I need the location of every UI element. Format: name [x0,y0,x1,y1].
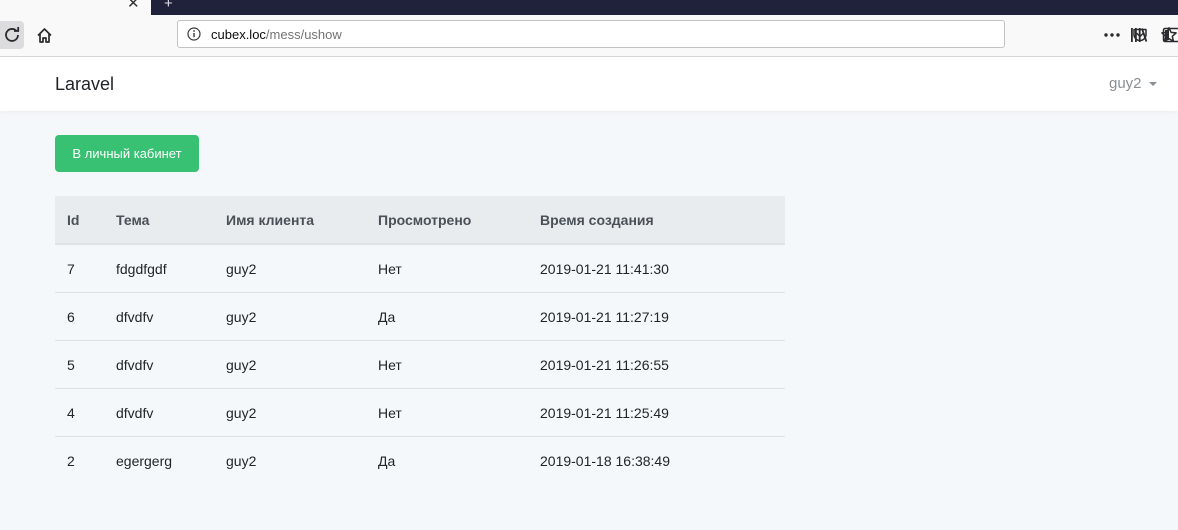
user-dropdown[interactable]: guy2 [1109,75,1157,93]
page-actions-icon[interactable] [1103,27,1123,43]
cell-created-at: 2019-01-18 16:38:49 [540,452,670,469]
cell-subject: fdgdfgdf [116,244,226,293]
user-name: guy2 [1109,75,1142,92]
app-navbar: Laravel guy2 [0,57,1178,111]
url-bar[interactable]: cubex.loc/mess/ushow [177,20,1177,48]
cell-client-name: guy2 [226,292,378,341]
cell-id: 5 [55,340,116,389]
cell-id: 2 [67,452,75,469]
info-icon[interactable] [187,27,201,41]
browser-toolbar: cubex.loc/mess/ushow [0,15,1178,57]
table-row: 6 dfvdfv guy2 Да 2019-01-21 11:27:19 [55,292,785,341]
browser-tab-active[interactable]: ✕ [0,0,151,15]
table-row: 2 egergerg guy2 Да 2019-01-18 16:38:49 [55,437,785,485]
cell-id: 7 [55,244,116,293]
cell-id: 6 [55,292,116,341]
column-header-client-name: Имя клиента [226,196,378,245]
browser-tab-strip: ✕ + [0,0,1178,15]
url-path: /mess/ushow [265,27,342,42]
cell-client-name: guy2 [226,340,378,389]
tab-close-icon[interactable]: ✕ [127,0,140,11]
reload-icon [5,27,20,42]
column-header-created-at: Время создания [540,196,785,245]
navbar-brand[interactable]: Laravel [55,74,114,94]
column-header-viewed: Просмотрено [378,196,540,245]
cell-created-at: 2019-01-21 11:27:19 [540,292,785,341]
url-text[interactable]: cubex.loc/mess/ushow [211,27,342,43]
sidebar-icon[interactable] [1162,26,1178,44]
cell-id: 4 [55,388,116,437]
cell-viewed: Нет [378,244,540,293]
column-header-subject: Тема [116,196,226,245]
cell-viewed: Нет [378,388,540,437]
cell-created-at: 2019-01-21 11:25:49 [540,388,785,437]
cell-viewed: Да [378,292,540,341]
messages-table: Id Тема Имя клиента Просмотрено Время со… [55,196,785,484]
personal-cabinet-button[interactable]: В личный кабинет [55,135,199,172]
url-host: cubex.loc [211,27,266,42]
table-row: 5 dfvdfv guy2 Нет 2019-01-21 11:26:55 [55,340,785,389]
column-header-id: Id [55,196,116,245]
table-header-row: Id Тема Имя клиента Просмотрено Время со… [55,196,785,245]
table-row: 7 fdgdfgdf guy2 Нет 2019-01-21 11:41:30 [55,244,785,293]
cell-subject: egergerg [116,452,173,469]
cell-client-name: guy2 [226,244,378,293]
reload-button[interactable] [0,21,24,49]
library-icon[interactable] [1129,26,1149,44]
new-tab-icon[interactable]: + [164,0,173,11]
caret-down-icon [1148,82,1157,86]
home-icon [36,27,52,43]
cell-viewed: Да [378,452,396,469]
cell-subject: dfvdfv [116,292,226,341]
table-row: 4 dfvdfv guy2 Нет 2019-01-21 11:25:49 [55,388,785,437]
cell-created-at: 2019-01-21 11:26:55 [540,340,785,389]
cell-created-at: 2019-01-21 11:41:30 [540,244,785,293]
cell-client-name: guy2 [226,452,257,469]
cell-subject: dfvdfv [116,388,226,437]
cell-subject: dfvdfv [116,340,226,389]
home-button[interactable] [31,21,57,49]
cell-viewed: Нет [378,340,540,389]
cell-client-name: guy2 [226,388,378,437]
